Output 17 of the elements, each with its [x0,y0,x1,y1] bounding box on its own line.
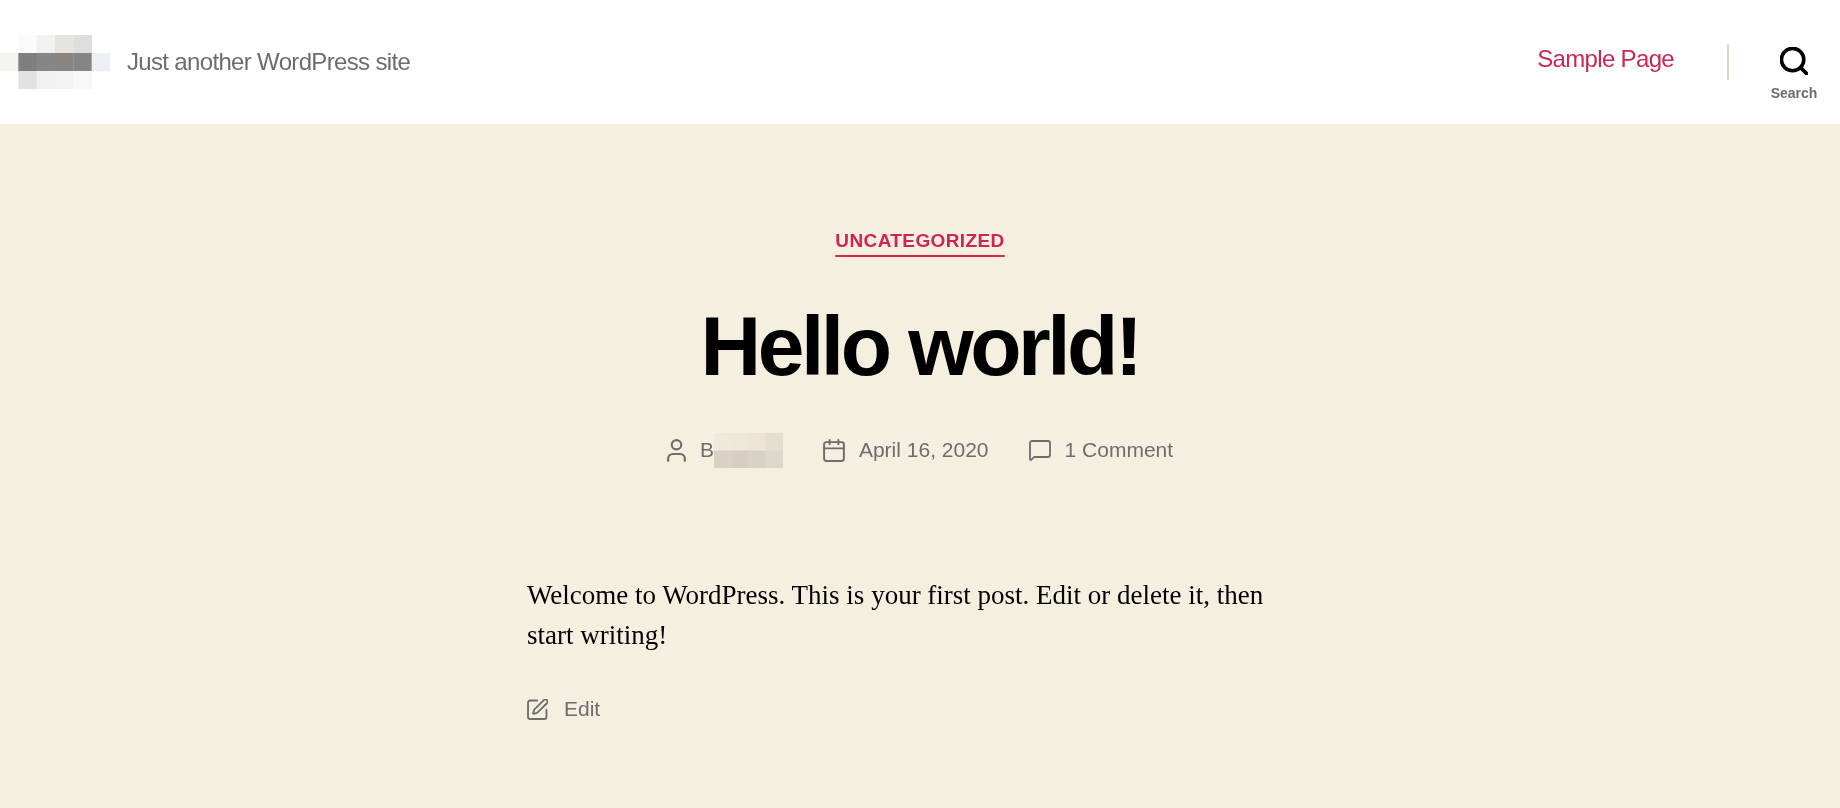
post-body-text: Welcome to WordPress. This is your first post. Edit or delete it, then start writing! [527,579,1265,652]
site-tagline: Just another WordPress site [127,48,411,76]
category-link[interactable]: UNCATEGORIZED [835,231,1005,251]
search-icon [1780,47,1808,75]
comments-link[interactable]: 1 Comment [1064,438,1174,462]
search-button[interactable]: Search [1762,47,1826,101]
speech-bubble-icon [1028,439,1051,461]
pixelated-redaction [713,432,783,468]
pixelated-logo[interactable] [0,35,110,89]
person-icon [666,438,686,462]
post-title: Hello world! [700,304,1140,388]
calendar-icon [822,438,845,462]
author-link[interactable]: B [699,438,714,462]
nav-link[interactable]: Sample Page [1537,45,1674,73]
edit-link[interactable]: Edit [564,697,601,721]
edit-icon [527,698,548,720]
date-link[interactable]: April 16, 2020 [858,438,989,462]
